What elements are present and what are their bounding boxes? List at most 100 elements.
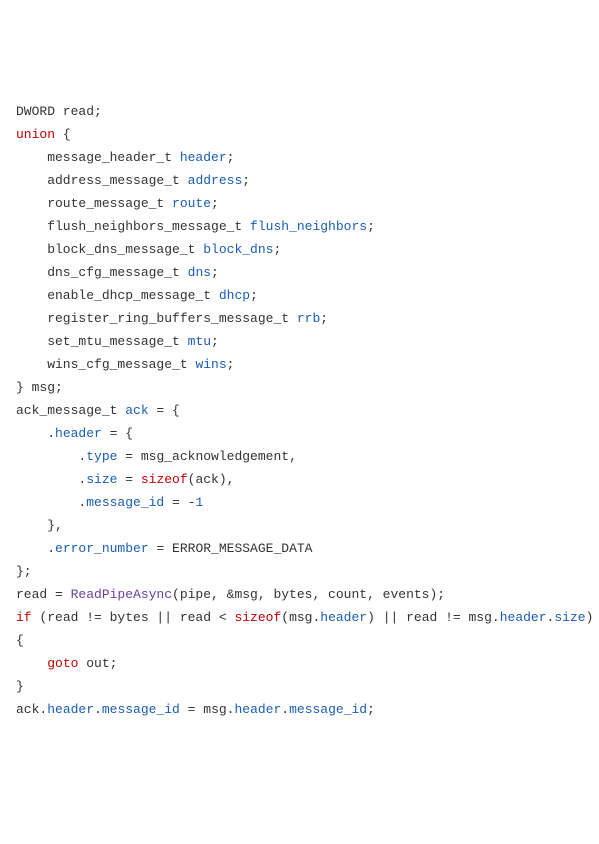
token-text: ; <box>367 702 375 717</box>
token-text: (msg. <box>281 610 320 625</box>
token-text: ; <box>367 219 375 234</box>
token-keyword: sizeof <box>234 610 281 625</box>
code-line: .message_id = -1 <box>16 491 583 514</box>
token-ident: size <box>86 472 117 487</box>
token-ident: header <box>234 702 281 717</box>
token-ident: message_id <box>102 702 180 717</box>
token-keyword: if <box>16 610 32 625</box>
token-ident: rrb <box>297 311 320 326</box>
token-text: . <box>16 472 86 487</box>
token-text: = msg. <box>180 702 235 717</box>
code-line: address_message_t address; <box>16 169 583 192</box>
token-text: ; <box>227 357 235 372</box>
token-text: set_mtu_message_t <box>16 334 188 349</box>
token-text: ; <box>227 150 235 165</box>
token-text: { <box>16 633 24 648</box>
code-line: }; <box>16 560 583 583</box>
code-line: flush_neighbors_message_t flush_neighbor… <box>16 215 583 238</box>
token-text: = msg_acknowledgement, <box>117 449 296 464</box>
token-text: . <box>16 449 86 464</box>
token-number: 1 <box>195 495 203 510</box>
token-text: = { <box>149 403 180 418</box>
code-line: set_mtu_message_t mtu; <box>16 330 583 353</box>
code-line: } msg; <box>16 376 583 399</box>
token-keyword: sizeof <box>141 472 188 487</box>
token-text: DWORD read; <box>16 104 102 119</box>
token-text: . <box>281 702 289 717</box>
token-ident: address <box>188 173 243 188</box>
token-text: }; <box>16 564 32 579</box>
token-text: ; <box>211 334 219 349</box>
code-line: register_ring_buffers_message_t rrb; <box>16 307 583 330</box>
token-keyword: union <box>16 127 55 142</box>
token-text: block_dns_message_t <box>16 242 203 257</box>
token-text: (read != bytes || read < <box>32 610 235 625</box>
token-ident: wins <box>195 357 226 372</box>
token-text: . <box>16 495 86 510</box>
token-text: } <box>16 679 24 694</box>
token-text: . <box>16 541 55 556</box>
token-text <box>16 656 47 671</box>
token-ident: route <box>172 196 211 211</box>
token-text: enable_dhcp_message_t <box>16 288 219 303</box>
token-text: } msg; <box>16 380 63 395</box>
token-text: address_message_t <box>16 173 188 188</box>
token-text: ; <box>211 265 219 280</box>
token-ident: header <box>47 702 94 717</box>
token-keyword: goto <box>47 656 78 671</box>
token-text: }, <box>16 518 63 533</box>
token-text: message_header_t <box>16 150 180 165</box>
code-line: .type = msg_acknowledgement, <box>16 445 583 468</box>
token-ident: dns <box>188 265 211 280</box>
code-line: .size = sizeof(ack), <box>16 468 583 491</box>
code-line: }, <box>16 514 583 537</box>
token-ident: size <box>554 610 585 625</box>
token-text: out; <box>78 656 117 671</box>
code-line: if (read != bytes || read < sizeof(msg.h… <box>16 606 583 629</box>
code-line: ack.header.message_id = msg.header.messa… <box>16 698 583 721</box>
token-ident: flush_neighbors <box>250 219 367 234</box>
token-text: (ack), <box>188 472 235 487</box>
token-text: ack. <box>16 702 47 717</box>
token-ident: header <box>320 610 367 625</box>
code-line: block_dns_message_t block_dns; <box>16 238 583 261</box>
token-text: ; <box>211 196 219 211</box>
code-line: { <box>16 629 583 652</box>
token-ident: message_id <box>86 495 164 510</box>
token-ident: block_dns <box>203 242 273 257</box>
token-text: wins_cfg_message_t <box>16 357 195 372</box>
token-text: ) || read != msg. <box>367 610 500 625</box>
token-ident: header <box>180 150 227 165</box>
code-line: enable_dhcp_message_t dhcp; <box>16 284 583 307</box>
token-ident: error_number <box>55 541 149 556</box>
token-function: ReadPipeAsync <box>71 587 172 602</box>
token-ident: type <box>86 449 117 464</box>
token-ident: mtu <box>188 334 211 349</box>
token-text: ; <box>320 311 328 326</box>
code-line: .header = { <box>16 422 583 445</box>
token-text: read = <box>16 587 71 602</box>
code-line: route_message_t route; <box>16 192 583 215</box>
token-text: (pipe, &msg, bytes, count, events); <box>172 587 445 602</box>
token-text: flush_neighbors_message_t <box>16 219 250 234</box>
token-text: register_ring_buffers_message_t <box>16 311 297 326</box>
token-text: route_message_t <box>16 196 172 211</box>
code-line: message_header_t header; <box>16 146 583 169</box>
code-line: ack_message_t ack = { <box>16 399 583 422</box>
token-text: { <box>55 127 71 142</box>
token-text: ; <box>273 242 281 257</box>
code-line: wins_cfg_message_t wins; <box>16 353 583 376</box>
token-text: dns_cfg_message_t <box>16 265 188 280</box>
token-text: = ERROR_MESSAGE_DATA <box>149 541 313 556</box>
code-line: union { <box>16 123 583 146</box>
token-text: ; <box>242 173 250 188</box>
token-ident: header <box>500 610 547 625</box>
token-text: . <box>94 702 102 717</box>
code-line: read = ReadPipeAsync(pipe, &msg, bytes, … <box>16 583 583 606</box>
code-line: .error_number = ERROR_MESSAGE_DATA <box>16 537 583 560</box>
code-line: dns_cfg_message_t dns; <box>16 261 583 284</box>
token-ident: header <box>55 426 102 441</box>
token-text: = { <box>102 426 133 441</box>
token-text: ack_message_t <box>16 403 125 418</box>
token-text: . <box>16 426 55 441</box>
